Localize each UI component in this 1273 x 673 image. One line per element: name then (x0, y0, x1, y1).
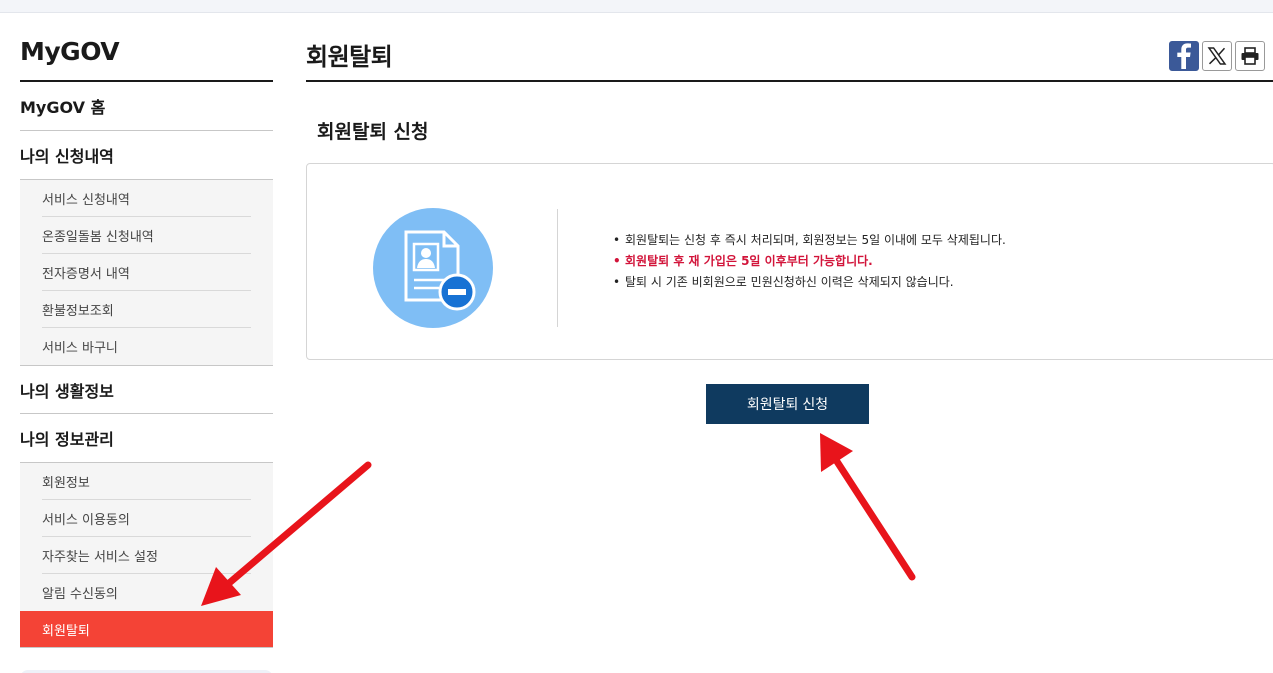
withdrawal-info-box: 회원탈퇴는 신청 후 즉시 처리되며, 회원정보는 5일 이내에 모두 삭제됩니… (306, 163, 1273, 360)
notice-item-warning: 회원탈퇴 후 재 가입은 5일 이후부터 가능합니다. (613, 251, 1006, 272)
main-content: 회원탈퇴 회원탈퇴 신청 • 회원탈퇴는 신청 후 즉시 처리되며, 회원정보는… (306, 13, 1273, 424)
page-title: 회원탈퇴 (306, 43, 393, 71)
sidebar-subitem-refund-info[interactable]: 환불정보조회 (42, 291, 251, 328)
sidebar-item-my-applications[interactable]: 나의 신청내역 (20, 131, 273, 180)
vertical-divider (557, 209, 558, 327)
facebook-share-button[interactable] (1169, 41, 1199, 71)
sidebar-subitem-service-basket[interactable]: 서비스 바구니 (42, 328, 251, 365)
arrow-to-submit-button (820, 433, 916, 581)
facebook-icon (1177, 43, 1191, 69)
sidebar-item-life-info[interactable]: 나의 생활정보 (20, 365, 273, 414)
sidebar-subitem-member-info[interactable]: 회원정보 (42, 463, 251, 500)
member-remove-icon (373, 208, 493, 328)
sidebar-subitem-allday-care[interactable]: 온종일돌봄 신청내역 (42, 217, 251, 254)
sidebar-subitem-service-consent[interactable]: 서비스 이용동의 (42, 500, 251, 537)
sidebar-subitem-notification-consent[interactable]: 알림 수신동의 (42, 574, 251, 611)
notice-list: 회원탈퇴는 신청 후 즉시 처리되며, 회원정보는 5일 이내에 모두 삭제됩니… (613, 230, 1006, 293)
sidebar-subitem-service-applications[interactable]: 서비스 신청내역 (42, 180, 251, 217)
sidebar-subitem-withdraw-active[interactable]: 회원탈퇴 (20, 611, 273, 648)
notice-item: 탈퇴 시 기존 비회원으로 민원신청하신 이력은 삭제되지 않습니다. (613, 272, 1006, 293)
top-strip (0, 0, 1273, 13)
sidebar-subitem-favorite-services[interactable]: 자주찾는 서비스 설정 (42, 537, 251, 574)
page-header: 회원탈퇴 (306, 13, 1273, 82)
notice-item: 회원탈퇴는 신청 후 즉시 처리되며, 회원정보는 5일 이내에 모두 삭제됩니… (613, 230, 1006, 251)
section-title: 회원탈퇴 신청 (317, 121, 429, 143)
sidebar-item-home[interactable]: MyGOV 홈 (20, 82, 273, 131)
sidebar-title: MyGOV (20, 13, 273, 82)
share-toolbar (1169, 41, 1265, 71)
x-share-button[interactable] (1202, 41, 1232, 71)
x-icon (1207, 47, 1227, 65)
print-icon (1241, 47, 1259, 65)
sidebar-submenu-my-info: 회원정보 서비스 이용동의 자주찾는 서비스 설정 알림 수신동의 (20, 463, 273, 611)
sidebar-submenu-applications: 서비스 신청내역 온종일돌봄 신청내역 전자증명서 내역 환불정보조회 서비스 … (20, 180, 273, 365)
sidebar-item-my-info[interactable]: 나의 정보관리 (20, 414, 273, 463)
withdraw-submit-button[interactable]: 회원탈퇴 신청 (706, 384, 869, 424)
sidebar-subitem-e-certificates[interactable]: 전자증명서 내역 (42, 254, 251, 291)
sidebar: MyGOV MyGOV 홈 나의 신청내역 서비스 신청내역 온종일돌봄 신청내… (20, 13, 273, 673)
print-button[interactable] (1235, 41, 1265, 71)
